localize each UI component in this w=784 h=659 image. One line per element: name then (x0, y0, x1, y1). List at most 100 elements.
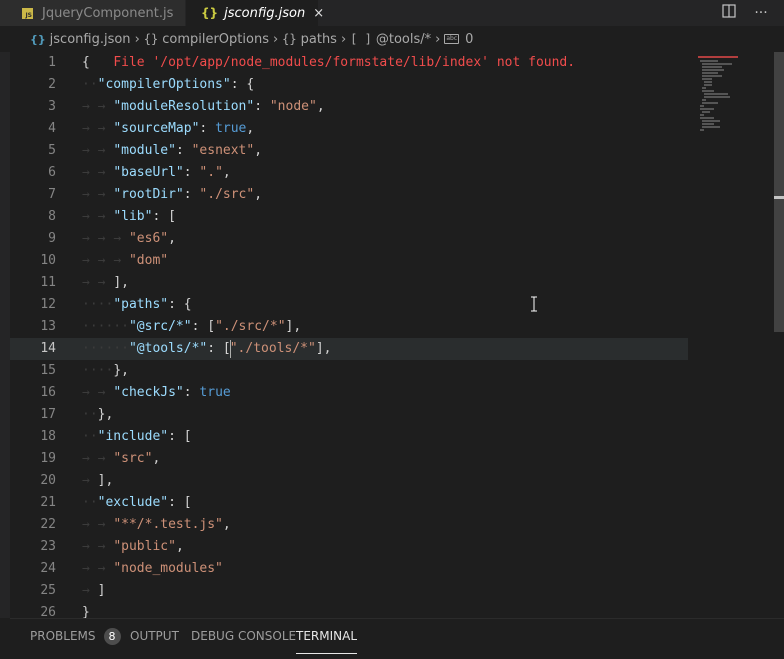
json-value: "es6" (128, 231, 169, 246)
line-number: 13 (40, 319, 56, 334)
line-number: 9 (48, 231, 56, 246)
json-file-icon: {} (201, 6, 219, 20)
line-number: 4 (48, 121, 56, 136)
tab-label: jsconfig.json (224, 5, 306, 21)
tab-debug-console[interactable]: DEBUG CONSOLE (191, 619, 296, 653)
json-file-icon: {} (30, 32, 46, 46)
code-line: 20 → ], (10, 470, 688, 492)
breadcrumb: {} jsconfig.json › {} compilerOptions › … (0, 26, 784, 52)
json-value: "src" (113, 451, 153, 466)
tab-jquerycomponent[interactable]: JS JqueryComponent.js (0, 0, 186, 26)
array-symbol-icon: [ ] (350, 32, 372, 46)
line-number: 3 (48, 99, 56, 114)
breadcrumb-index[interactable]: 0 (465, 32, 473, 47)
json-key: "rootDir" (113, 187, 184, 202)
js-file-icon: JS (22, 7, 33, 19)
code-line: 5 → → "module": "esnext", (10, 140, 688, 162)
code-line: 9 → → → "es6", (10, 228, 688, 250)
line-number: 16 (40, 385, 56, 400)
json-key: "module" (113, 143, 176, 158)
code-editor[interactable]: 1{ File '/opt/app/node_modules/formstate… (10, 52, 688, 618)
line-number: 17 (40, 407, 56, 422)
line-number: 8 (48, 209, 56, 224)
breadcrumb-file[interactable]: jsconfig.json (50, 32, 131, 47)
json-key: "checkJs" (113, 385, 184, 400)
json-key: "compilerOptions" (97, 77, 231, 92)
line-number: 12 (40, 297, 56, 312)
code-line: 11 → → ], (10, 272, 688, 294)
code-line: 17 ··}, (10, 404, 688, 426)
json-value: "**/*.test.js" (113, 517, 223, 532)
json-key: "lib" (113, 209, 153, 224)
code-line: 4 → → "sourceMap": true, (10, 118, 688, 140)
code-line: 12 ····"paths": { (10, 294, 688, 316)
chevron-right-icon: › (272, 31, 279, 47)
line-number: 5 (48, 143, 56, 158)
code-line: 24 → → "node_modules" (10, 558, 688, 580)
line-number: 2 (48, 77, 56, 92)
line-number: 25 (40, 583, 56, 598)
tab-label: OUTPUT (130, 629, 179, 643)
tab-label: TERMINAL (296, 629, 358, 643)
mouse-ibeam-icon (530, 296, 538, 314)
tab-label: PROBLEMS (30, 629, 96, 643)
json-value: "./tools/*" (229, 341, 316, 356)
object-symbol-icon: {} (143, 32, 159, 46)
chevron-right-icon: › (340, 31, 347, 47)
line-number: 10 (40, 253, 56, 268)
code-line: 1{ File '/opt/app/node_modules/formstate… (10, 52, 688, 74)
json-value: "dom" (128, 253, 169, 268)
json-key: "baseUrl" (113, 165, 184, 180)
json-value: "." (199, 165, 223, 180)
problems-count-badge: 8 (103, 627, 121, 645)
json-value: true (199, 385, 231, 400)
code-line-active: 14 ······"@tools/*": ["./tools/*"], (10, 338, 688, 360)
minimap[interactable] (688, 52, 774, 618)
json-value: "public" (113, 539, 176, 554)
line-number: 18 (40, 429, 56, 444)
breadcrumb-tools[interactable]: @tools/* (376, 32, 431, 47)
line-number: 15 (40, 363, 56, 378)
code-line: 8 → → "lib": [ (10, 206, 688, 228)
code-line: 23 → → "public", (10, 536, 688, 558)
vertical-scrollbar[interactable] (774, 52, 784, 618)
scrollbar-thumb[interactable] (774, 52, 784, 332)
tab-label: DEBUG CONSOLE (191, 629, 297, 643)
code-line: 7 → → "rootDir": "./src", (10, 184, 688, 206)
json-value: true (215, 121, 247, 136)
tab-output[interactable]: OUTPUT (130, 619, 179, 653)
json-value: "./src/*" (215, 319, 286, 334)
breadcrumb-paths[interactable]: paths (301, 32, 337, 47)
json-key: "@tools/*" (128, 341, 208, 356)
string-symbol-icon: abc (444, 34, 460, 44)
line-number: 19 (40, 451, 56, 466)
close-tab-icon[interactable]: × (313, 6, 324, 21)
json-key: "exclude" (97, 495, 169, 510)
cursor-position-marker (774, 196, 784, 199)
line-number: 20 (40, 473, 56, 488)
more-actions-icon[interactable]: ··· (752, 4, 770, 22)
json-value: "node" (269, 99, 317, 114)
chevron-right-icon: › (134, 31, 140, 47)
code-line: 2 ··"compilerOptions": { (10, 74, 688, 96)
tab-terminal[interactable]: TERMINAL (296, 619, 358, 654)
json-key: "paths" (113, 297, 169, 312)
code-line: 16 → → "checkJs": true (10, 382, 688, 404)
tab-label: JqueryComponent.js (42, 5, 174, 21)
code-line: 21 ··"exclude": [ (10, 492, 688, 514)
editor-tab-bar: JS JqueryComponent.js {} jsconfig.json ×… (0, 0, 784, 26)
tab-jsconfig[interactable]: {} jsconfig.json × (186, 0, 324, 26)
code-line: 18 ··"include": [ (10, 426, 688, 448)
line-number: 1 (48, 55, 56, 70)
line-number: 6 (48, 165, 56, 180)
code-line: 10 → → → "dom" (10, 250, 688, 272)
code-line: 13 ······"@src/*": ["./src/*"], (10, 316, 688, 338)
breadcrumb-compileroptions[interactable]: compilerOptions (162, 32, 269, 47)
json-key: "sourceMap" (113, 121, 200, 136)
tab-problems[interactable]: PROBLEMS 8 (30, 619, 121, 653)
json-value: "node_modules" (113, 561, 223, 576)
panel-tab-bar: PROBLEMS 8 OUTPUT DEBUG CONSOLE TERMINAL (10, 618, 784, 659)
line-number: 23 (40, 539, 56, 554)
line-number: 26 (40, 605, 56, 618)
split-editor-icon[interactable] (720, 4, 738, 22)
